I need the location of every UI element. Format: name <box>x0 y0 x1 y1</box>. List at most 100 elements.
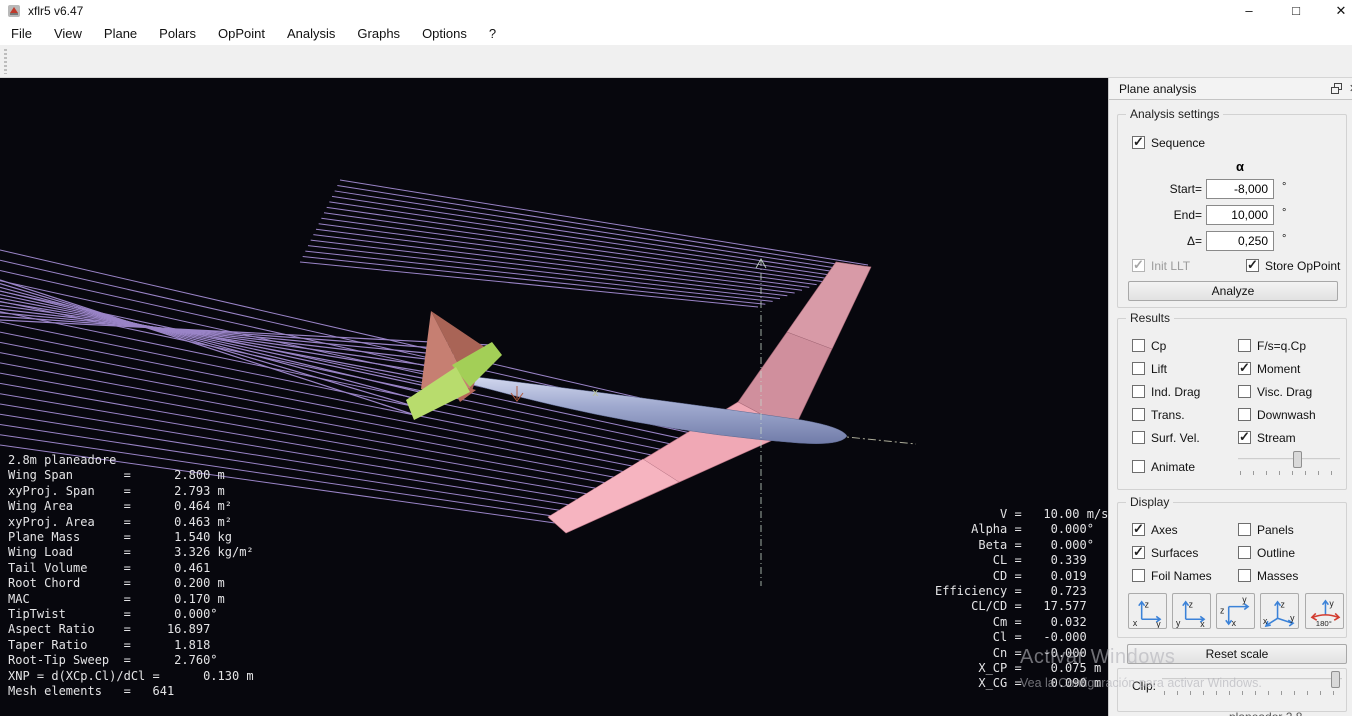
panel-title: Plane analysis <box>1119 82 1196 96</box>
delta-label: Δ= <box>1187 234 1202 248</box>
stream-row[interactable]: Stream <box>1238 430 1316 445</box>
lift-row[interactable]: Lift <box>1132 361 1238 376</box>
results-group: Results Cp F/s=q.Cp Lift Moment Ind. Dra… <box>1117 318 1347 490</box>
visc-drag-row[interactable]: Visc. Drag <box>1238 384 1316 399</box>
clip-label: Clip: <box>1132 679 1156 693</box>
foil-names-row[interactable]: Foil Names <box>1132 568 1238 583</box>
outline-row[interactable]: Outline <box>1238 545 1298 560</box>
masses-checkbox[interactable] <box>1238 569 1251 582</box>
fs-row[interactable]: F/s=q.Cp <box>1238 338 1316 353</box>
menu-file[interactable]: File <box>0 22 43 45</box>
panel-header[interactable]: Plane analysis ✕ <box>1109 78 1352 100</box>
window-title: xflr5 v6.47 <box>28 4 83 18</box>
toolbar: 2.8m planeadore 2.8, 0,000 <box>0 45 1352 78</box>
analysis-settings-group: Analysis settings Sequence α Start= ° En… <box>1117 114 1347 308</box>
toolbar-handle[interactable] <box>4 49 7 74</box>
delta-unit: ° <box>1282 233 1286 245</box>
masses-row[interactable]: Masses <box>1238 568 1298 583</box>
close-button[interactable]: ✕ <box>1318 0 1352 22</box>
moment-row[interactable]: Moment <box>1238 361 1316 376</box>
moment-checkbox[interactable] <box>1238 362 1251 375</box>
menu-view[interactable]: View <box>43 22 93 45</box>
start-input[interactable] <box>1206 179 1274 199</box>
end-unit: ° <box>1282 207 1286 219</box>
minimize-button[interactable]: – <box>1226 0 1272 22</box>
partial-bottom-text: planeador 2.8 <box>1229 710 1302 716</box>
trans-checkbox[interactable] <box>1132 408 1145 421</box>
plane-analysis-panel: Plane analysis ✕ Analysis settings Seque… <box>1108 78 1352 716</box>
end-field-row: End= ° <box>1118 205 1348 225</box>
store-oppoint-label: Store OpPoint <box>1265 259 1340 273</box>
menu-polars[interactable]: Polars <box>148 22 207 45</box>
foil-names-checkbox[interactable] <box>1132 569 1145 582</box>
view-flip-180-button[interactable]: y180° <box>1305 593 1344 629</box>
menu-oppoint[interactable]: OpPoint <box>207 22 276 45</box>
svg-text:z: z <box>1145 600 1149 610</box>
svg-text:z: z <box>1220 605 1224 615</box>
surfaces-row[interactable]: Surfaces <box>1132 545 1238 560</box>
axes-checkbox[interactable] <box>1132 523 1145 536</box>
surf-vel-row[interactable]: Surf. Vel. <box>1132 430 1238 445</box>
alpha-symbol: α <box>1236 159 1244 174</box>
sequence-checkbox-row[interactable]: Sequence <box>1132 135 1205 150</box>
svg-text:x: x <box>1200 619 1205 628</box>
visc-drag-checkbox[interactable] <box>1238 385 1251 398</box>
init-llt-row: Init LLT <box>1132 258 1190 273</box>
cp-row[interactable]: Cp <box>1132 338 1238 353</box>
downwash-row[interactable]: Downwash <box>1238 407 1316 422</box>
menu-graphs[interactable]: Graphs <box>346 22 411 45</box>
svg-text:y: y <box>1156 619 1161 628</box>
panels-checkbox[interactable] <box>1238 523 1251 536</box>
start-label: Start= <box>1170 182 1202 196</box>
view-iso-button[interactable]: zxy <box>1260 593 1299 629</box>
outline-checkbox[interactable] <box>1238 546 1251 559</box>
cp-checkbox[interactable] <box>1132 339 1145 352</box>
display-group: Display Axes Panels Surfaces Outline Foi… <box>1117 502 1347 638</box>
surfaces-checkbox[interactable] <box>1132 546 1145 559</box>
sequence-label: Sequence <box>1151 136 1205 150</box>
clip-slider[interactable] <box>1162 671 1342 699</box>
surf-vel-checkbox[interactable] <box>1132 431 1145 444</box>
svg-text:z: z <box>1189 600 1193 610</box>
animate-row[interactable]: Animate <box>1132 459 1195 474</box>
plane-stats-text: 2.8m planeadore Wing Span = 2.800 m xyPr… <box>8 453 254 700</box>
menu-plane[interactable]: Plane <box>93 22 148 45</box>
view-side-button[interactable]: zy x <box>1172 593 1211 629</box>
axes-row[interactable]: Axes <box>1132 522 1238 537</box>
analyze-button[interactable]: Analyze <box>1128 281 1338 301</box>
init-llt-label: Init LLT <box>1151 259 1190 273</box>
lift-checkbox[interactable] <box>1132 362 1145 375</box>
animate-speed-slider[interactable] <box>1238 451 1340 477</box>
end-label: End= <box>1174 208 1202 222</box>
downwash-checkbox[interactable] <box>1238 408 1251 421</box>
app-icon <box>7 4 21 18</box>
reset-scale-button[interactable]: Reset scale <box>1127 644 1347 664</box>
svg-text:x: x <box>1133 618 1138 628</box>
init-llt-checkbox <box>1132 259 1145 272</box>
ind-drag-row[interactable]: Ind. Drag <box>1132 384 1238 399</box>
trans-row[interactable]: Trans. <box>1132 407 1238 422</box>
delta-input[interactable] <box>1206 231 1274 251</box>
stream-checkbox[interactable] <box>1238 431 1251 444</box>
3d-viewport[interactable]: x 2.8m planeadore Wing Span = 2.800 m xy… <box>0 78 1108 716</box>
end-input[interactable] <box>1206 205 1274 225</box>
menu-help[interactable]: ? <box>478 22 507 45</box>
menu-analysis[interactable]: Analysis <box>276 22 346 45</box>
svg-text:y: y <box>1176 618 1181 628</box>
menu-options[interactable]: Options <box>411 22 478 45</box>
animate-checkbox[interactable] <box>1132 460 1145 473</box>
float-panel-icon[interactable] <box>1331 83 1342 94</box>
maximize-button[interactable]: □ <box>1273 0 1319 22</box>
svg-text:y: y <box>1329 599 1334 609</box>
results-title: Results <box>1126 311 1174 325</box>
view-front-button[interactable]: zx y <box>1128 593 1167 629</box>
ind-drag-checkbox[interactable] <box>1132 385 1145 398</box>
sequence-checkbox[interactable] <box>1132 136 1145 149</box>
oppoint-results-text: V = 10.00 m/s Alpha = 0.000° Beta = 0.00… <box>935 507 1108 692</box>
panels-row[interactable]: Panels <box>1238 522 1298 537</box>
view-top-button[interactable]: yzx <box>1216 593 1255 629</box>
fs-checkbox[interactable] <box>1238 339 1251 352</box>
store-oppoint-row[interactable]: Store OpPoint <box>1246 258 1340 273</box>
svg-text:z: z <box>1280 600 1284 610</box>
store-oppoint-checkbox[interactable] <box>1246 259 1259 272</box>
